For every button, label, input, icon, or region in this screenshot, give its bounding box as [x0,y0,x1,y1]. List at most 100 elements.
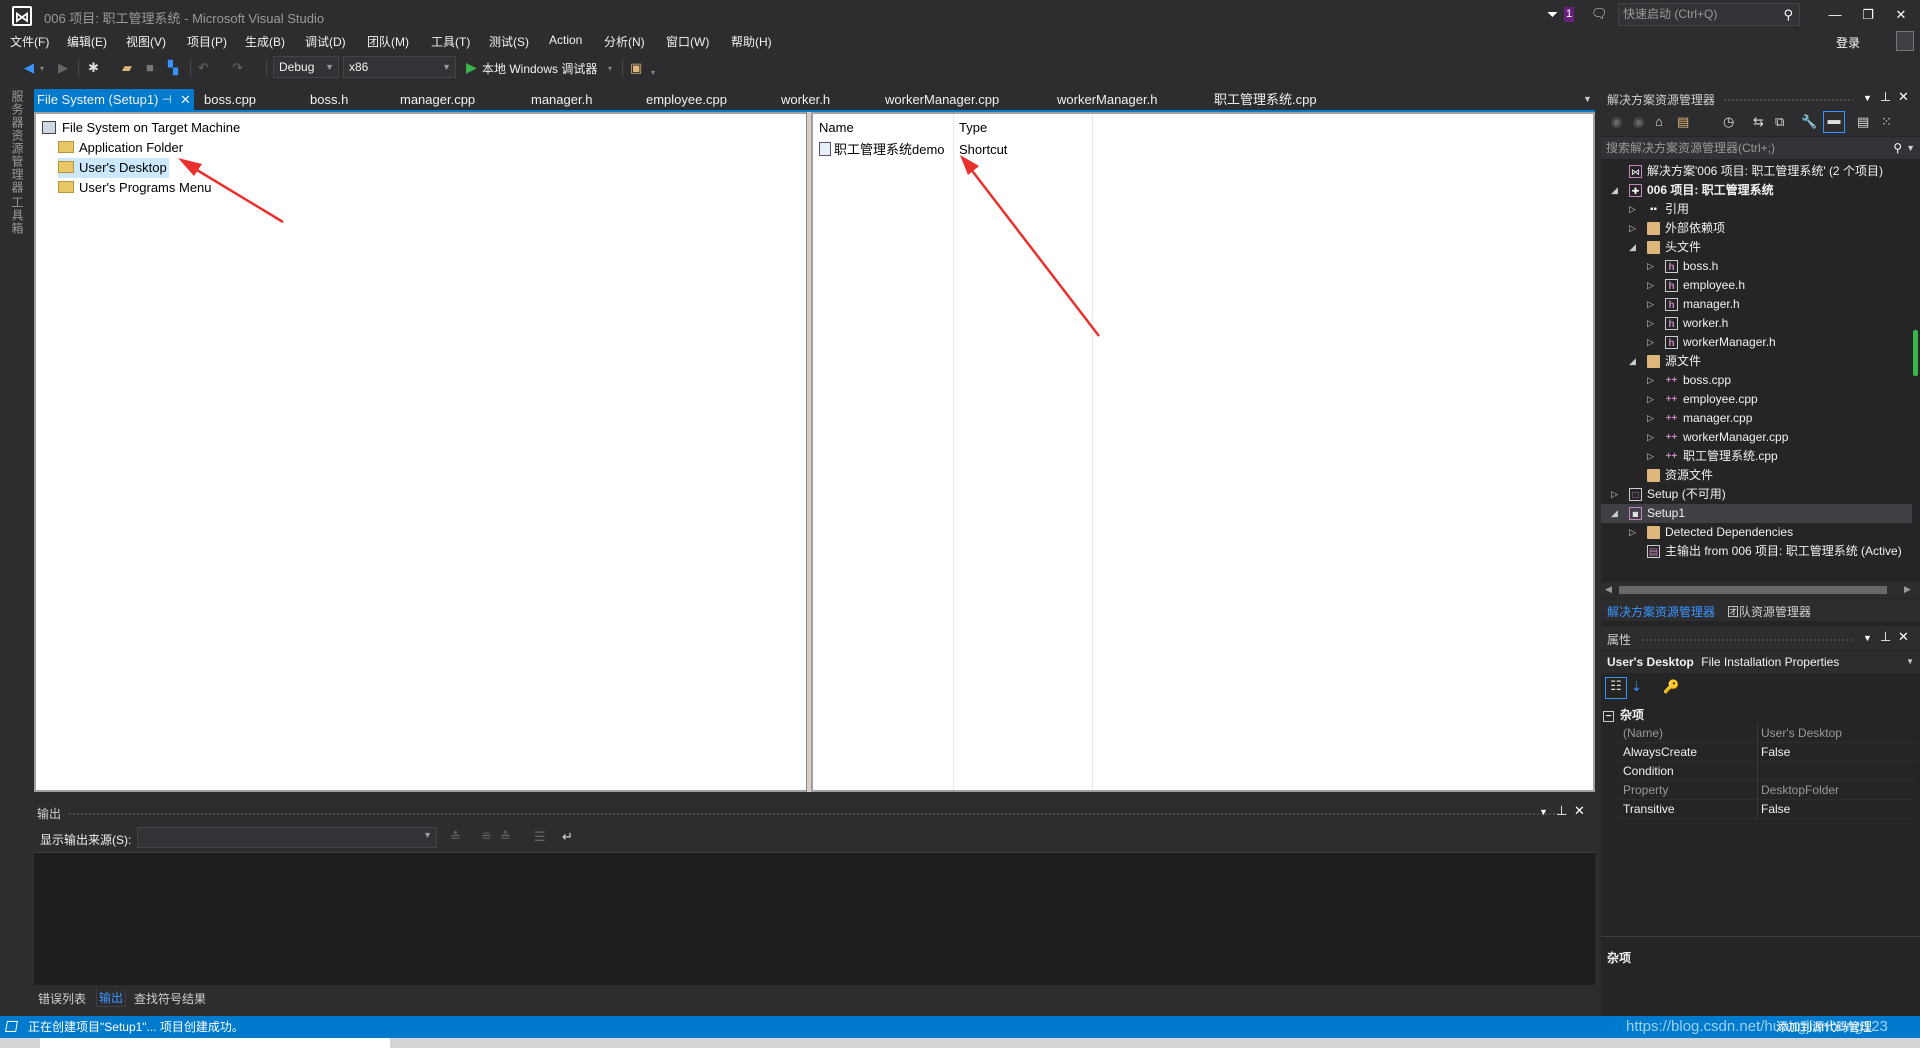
solution-configuration-select[interactable]: Debug ▼ [273,56,339,78]
solution-tree-item[interactable]: ▷ h boss.h [1601,257,1912,276]
menu-action[interactable]: Action [549,33,582,47]
navigate-back-icon[interactable]: ◀ [24,60,34,76]
feedback-icon[interactable]: 🗨 [1591,6,1608,22]
search-icon[interactable]: ⚲ [1783,4,1793,25]
tree-item-root[interactable]: File System on Target Machine [42,118,240,138]
property-value[interactable]: False [1757,800,1915,819]
solution-tree-item[interactable]: 资源文件 [1601,466,1912,485]
solution-tree-item[interactable]: ▷ ++ 职工管理系统.cpp [1601,447,1912,466]
solution-platform-select[interactable]: x86 ▼ [343,56,456,78]
output-text-area[interactable] [34,852,1595,985]
property-value[interactable]: False [1757,743,1915,762]
clear-all-icon[interactable]: ☰ [534,829,546,845]
search-icon[interactable]: ⚲ [1893,137,1902,159]
output-source-select[interactable]: ▼ [137,827,437,848]
new-project-icon[interactable]: ✱ [88,60,99,76]
expand-arrow-icon[interactable]: ▷ [1647,390,1654,409]
solution-tree-item[interactable]: ▷ □ Setup (不可用) [1601,485,1912,504]
open-file-icon[interactable]: ▰ [122,60,132,76]
panel-grip[interactable] [1641,638,1853,643]
solution-explorer-search-input[interactable]: 搜索解决方案资源管理器(Ctrl+;) ⚲ ▼ [1601,137,1920,159]
close-panel-icon[interactable]: ✕ [1574,803,1585,819]
class-view-icon[interactable]: ⁙ [1881,114,1892,130]
navigate-forward-icon[interactable]: ▶ [58,60,68,76]
solution-tree-item[interactable]: ▷ h workerManager.h [1601,333,1912,352]
property-row-property[interactable]: Property DesktopFolder [1619,781,1915,800]
tab-boss-cpp[interactable]: boss.cpp [204,89,256,111]
notification-badge[interactable]: 1 [1564,7,1574,22]
tab-main-cpp[interactable]: 职工管理系统.cpp [1214,89,1317,111]
tab-manager-h[interactable]: manager.h [531,89,592,111]
collapse-arrow-icon[interactable]: ◢ [1629,352,1636,371]
pin-icon[interactable]: ⊣ [162,89,172,111]
avatar[interactable] [1896,31,1914,51]
tab-find-symbol-results[interactable]: 查找符号结果 [134,990,206,1007]
redo-icon[interactable]: ↷ [232,60,243,76]
column-header-name[interactable]: Name [819,120,854,135]
tree-item-users-programs-menu[interactable]: User's Programs Menu [58,178,212,198]
collapse-all-icon[interactable]: ⧉ [1775,114,1784,130]
menu-file[interactable]: 文件(F) [10,33,49,50]
solution-tree-item[interactable]: ◢ ✚ 006 项目: 职工管理系统 [1601,181,1912,200]
expand-arrow-icon[interactable]: ▷ [1647,409,1654,428]
close-button[interactable]: ✕ [1888,4,1914,26]
scrollbar-thumb[interactable] [1619,586,1887,594]
go-to-line-icon[interactable]: ≛ [450,829,461,845]
toolbar-overflow-icon[interactable]: ▾ [651,68,655,77]
tab-output[interactable]: 输出 [96,989,127,1007]
tab-employee-cpp[interactable]: employee.cpp [646,89,727,111]
tab-workermanager-h[interactable]: workerManager.h [1057,89,1157,111]
show-all-files-icon[interactable]: ▤ [1857,114,1869,130]
menu-team[interactable]: 团队(M) [367,33,409,50]
property-row-transitive[interactable]: Transitive False [1619,800,1915,819]
solution-tree-item[interactable]: ▷ ++ manager.cpp [1601,409,1912,428]
horizontal-scrollbar[interactable]: ◀ ▶ [1601,582,1920,598]
property-pages-icon[interactable]: 🔑 [1663,679,1679,695]
restore-button[interactable]: ❐ [1855,4,1881,26]
window-position-icon[interactable]: ▼ [1863,93,1872,103]
solution-tree-item[interactable]: ▷ ++ employee.cpp [1601,390,1912,409]
expand-arrow-icon[interactable]: ▷ [1647,428,1654,447]
collapse-arrow-icon[interactable]: ◢ [1611,504,1618,523]
menu-window[interactable]: 窗口(W) [666,33,709,50]
tab-file-system-setup1[interactable]: File System (Setup1) ⊣ ✕ [34,89,194,111]
pin-icon[interactable]: ⊥ [1880,89,1891,105]
category-row[interactable]: − 杂项 [1603,706,1644,723]
start-debugger-button[interactable]: 本地 Windows 调试器 [482,60,597,77]
menu-project[interactable]: 项目(P) [187,33,227,50]
close-panel-icon[interactable]: ✕ [1898,89,1909,105]
collapse-arrow-icon[interactable]: ◢ [1611,181,1618,200]
properties-icon[interactable]: 🔧 [1801,114,1817,130]
solution-tree-item[interactable]: ▤ 主输出 from 006 项目: 职工管理系统 (Active) [1601,542,1912,561]
menu-test[interactable]: 测试(S) [489,33,529,50]
collapse-arrow-icon[interactable]: ◢ [1629,238,1636,257]
property-row-alwayscreate[interactable]: AlwaysCreate False [1619,743,1915,762]
menu-help[interactable]: 帮助(H) [731,33,772,50]
solution-tree-item[interactable]: ▷ Detected Dependencies [1601,523,1912,542]
expand-arrow-icon[interactable]: ▷ [1647,257,1654,276]
menu-build[interactable]: 生成(B) [245,33,285,50]
scroll-left-icon[interactable]: ◀ [1605,584,1612,595]
tree-item-application-folder[interactable]: Application Folder [58,138,183,158]
find-in-files-icon[interactable]: ▣ [630,60,642,76]
expand-arrow-icon[interactable]: ▷ [1611,485,1618,504]
expand-arrow-icon[interactable]: ▷ [1647,314,1654,333]
start-debugging-icon[interactable]: ▶ [466,59,477,76]
pin-icon[interactable]: ⊥ [1556,803,1567,819]
properties-object-select[interactable]: User's Desktop File Installation Propert… [1601,651,1920,673]
expand-arrow-icon[interactable]: ▷ [1629,523,1636,542]
login-link[interactable]: 登录 [1836,34,1860,51]
notification-flag-icon[interactable]: ⏷ [1547,6,1558,23]
panel-grip[interactable] [1723,98,1853,103]
window-position-icon[interactable]: ▼ [1539,807,1548,817]
quick-launch-input[interactable]: 快速启动 (Ctrl+Q) ⚲ [1618,3,1800,26]
switch-views-icon[interactable]: ▤ [1677,114,1689,130]
expand-arrow-icon[interactable]: ▷ [1647,276,1654,295]
column-header-type[interactable]: Type [959,120,987,135]
tab-solution-explorer[interactable]: 解决方案资源管理器 [1607,603,1715,620]
menu-analyze[interactable]: 分析(N) [604,33,645,50]
undo-icon[interactable]: ↶ [198,60,209,76]
tab-boss-h[interactable]: boss.h [310,89,348,111]
solution-tree-item[interactable]: ◢ 源文件 [1601,352,1912,371]
search-options-icon[interactable]: ▼ [1906,137,1915,159]
